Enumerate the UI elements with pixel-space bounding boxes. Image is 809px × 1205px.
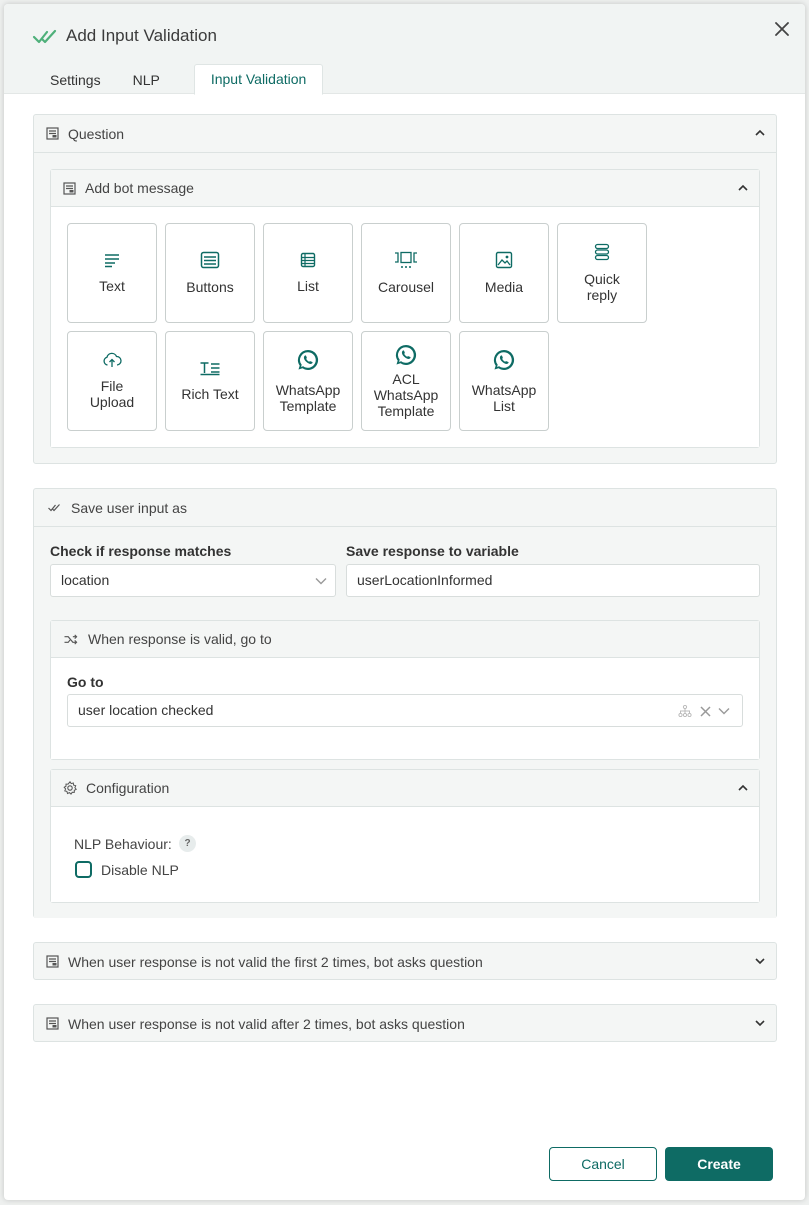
list-icon xyxy=(300,252,316,268)
bot-message-panel: Add bot message Text Buttons List Carous… xyxy=(50,169,760,448)
nlp-behaviour-label: NLP Behaviour: xyxy=(74,836,172,852)
bot-message-panel-header[interactable]: Add bot message xyxy=(51,170,759,206)
invalid-after-panel[interactable]: When user response is not valid after 2 … xyxy=(33,1004,777,1042)
quick-reply-icon xyxy=(594,243,610,261)
disable-nlp-label[interactable]: Disable NLP xyxy=(101,862,179,878)
message-icon xyxy=(46,955,59,968)
question-panel-body: Add bot message Text Buttons List Carous… xyxy=(34,152,776,463)
goto-select[interactable]: user location checked xyxy=(67,694,743,727)
cancel-button[interactable]: Cancel xyxy=(549,1147,657,1181)
tab-bar: Settings NLP Input Validation xyxy=(34,64,324,95)
bot-message-panel-title: Add bot message xyxy=(85,180,194,196)
save-variable-label: Save response to variable xyxy=(346,543,519,559)
chevron-down-icon[interactable] xyxy=(718,705,730,717)
chevron-down-icon xyxy=(315,578,327,585)
tile-media[interactable]: Media xyxy=(459,223,549,323)
save-input-panel-title: Save user input as xyxy=(71,499,187,516)
carousel-icon xyxy=(395,251,417,268)
message-icon xyxy=(46,1017,59,1030)
question-panel-title: Question xyxy=(68,125,125,142)
create-button[interactable]: Create xyxy=(665,1147,773,1181)
rich-text-icon xyxy=(200,362,220,376)
check-response-value: location xyxy=(61,572,110,588)
save-input-panel-header: Save user input as xyxy=(34,489,776,526)
tab-settings[interactable]: Settings xyxy=(34,65,117,95)
valid-goto-panel-header: When response is valid, go to xyxy=(51,621,759,657)
route-icon xyxy=(64,633,78,645)
valid-goto-panel-title: When response is valid, go to xyxy=(88,631,272,647)
save-input-panel: Save user input as Check if response mat… xyxy=(33,488,777,918)
help-badge[interactable]: ? xyxy=(179,835,196,852)
tile-list[interactable]: List xyxy=(263,223,353,323)
chevron-up-icon[interactable] xyxy=(754,127,766,139)
chevron-down-icon[interactable] xyxy=(754,1017,766,1029)
whatsapp-icon xyxy=(297,349,319,370)
goto-value: user location checked xyxy=(78,702,214,718)
upload-icon xyxy=(103,352,122,367)
double-check-icon xyxy=(32,29,57,44)
tile-rich-text[interactable]: Rich Text xyxy=(165,331,255,431)
dialog-header: Add Input Validation Settings NLP Input … xyxy=(4,4,805,95)
invalid-first-panel-header[interactable]: When user response is not valid the firs… xyxy=(34,943,776,980)
close-button[interactable] xyxy=(771,18,793,40)
dialog-title-row: Add Input Validation xyxy=(32,26,217,46)
configuration-panel: Configuration NLP Behaviour: ? Disable N… xyxy=(50,769,760,903)
save-input-panel-body: Check if response matches location Save … xyxy=(34,526,776,918)
save-variable-input[interactable]: userLocationInformed xyxy=(346,564,760,597)
tile-whatsapp-list[interactable]: WhatsApp List xyxy=(459,331,549,431)
goto-label: Go to xyxy=(67,674,104,690)
chevron-down-icon[interactable] xyxy=(754,955,766,967)
media-icon xyxy=(495,251,513,269)
invalid-after-panel-header[interactable]: When user response is not valid after 2 … xyxy=(34,1005,776,1042)
configuration-panel-body: NLP Behaviour: ? Disable NLP xyxy=(51,806,759,902)
add-input-validation-dialog: Add Input Validation Settings NLP Input … xyxy=(4,4,805,1200)
invalid-first-panel-title: When user response is not valid the firs… xyxy=(68,953,483,970)
tile-acl-whatsapp-template[interactable]: ACL WhatsApp Template xyxy=(361,331,451,431)
tile-buttons[interactable]: Buttons xyxy=(165,223,255,323)
question-panel-header[interactable]: Question xyxy=(34,115,776,152)
flow-tree-icon xyxy=(678,705,692,717)
gear-icon xyxy=(63,781,77,795)
check-response-label: Check if response matches xyxy=(50,543,232,559)
invalid-first-panel[interactable]: When user response is not valid the firs… xyxy=(33,942,777,980)
bot-message-tiles: Text Buttons List Carousel Media Quick r… xyxy=(51,206,759,447)
message-icon xyxy=(63,181,76,195)
dialog-title: Add Input Validation xyxy=(66,26,217,45)
configuration-panel-title: Configuration xyxy=(86,780,170,796)
text-icon xyxy=(105,254,119,268)
buttons-icon xyxy=(200,251,220,269)
chevron-up-icon[interactable] xyxy=(737,782,749,794)
valid-goto-panel: When response is valid, go to Go to user… xyxy=(50,620,760,760)
chevron-up-icon[interactable] xyxy=(737,182,749,194)
close-icon xyxy=(775,22,789,36)
tile-file-upload[interactable]: File Upload xyxy=(67,331,157,431)
tab-nlp[interactable]: NLP xyxy=(117,65,176,95)
message-icon xyxy=(46,127,59,140)
configuration-panel-header[interactable]: Configuration xyxy=(51,770,759,806)
invalid-after-panel-title: When user response is not valid after 2 … xyxy=(68,1015,465,1032)
tab-input-validation[interactable]: Input Validation xyxy=(193,64,324,95)
whatsapp-icon xyxy=(493,349,515,370)
tile-carousel[interactable]: Carousel xyxy=(361,223,451,323)
check-response-select[interactable]: location xyxy=(50,564,336,597)
save-variable-value: userLocationInformed xyxy=(357,572,493,588)
valid-goto-panel-body: Go to user location checked xyxy=(51,657,759,759)
clear-icon[interactable] xyxy=(700,706,711,717)
tile-text[interactable]: Text xyxy=(67,223,157,323)
disable-nlp-checkbox[interactable] xyxy=(75,861,92,878)
double-check-icon xyxy=(48,504,60,512)
question-panel: Question Add bot message Text Buttons Li… xyxy=(33,114,777,464)
whatsapp-icon xyxy=(395,344,417,365)
tile-quick-reply[interactable]: Quick reply xyxy=(557,223,647,323)
tile-whatsapp-template[interactable]: WhatsApp Template xyxy=(263,331,353,431)
